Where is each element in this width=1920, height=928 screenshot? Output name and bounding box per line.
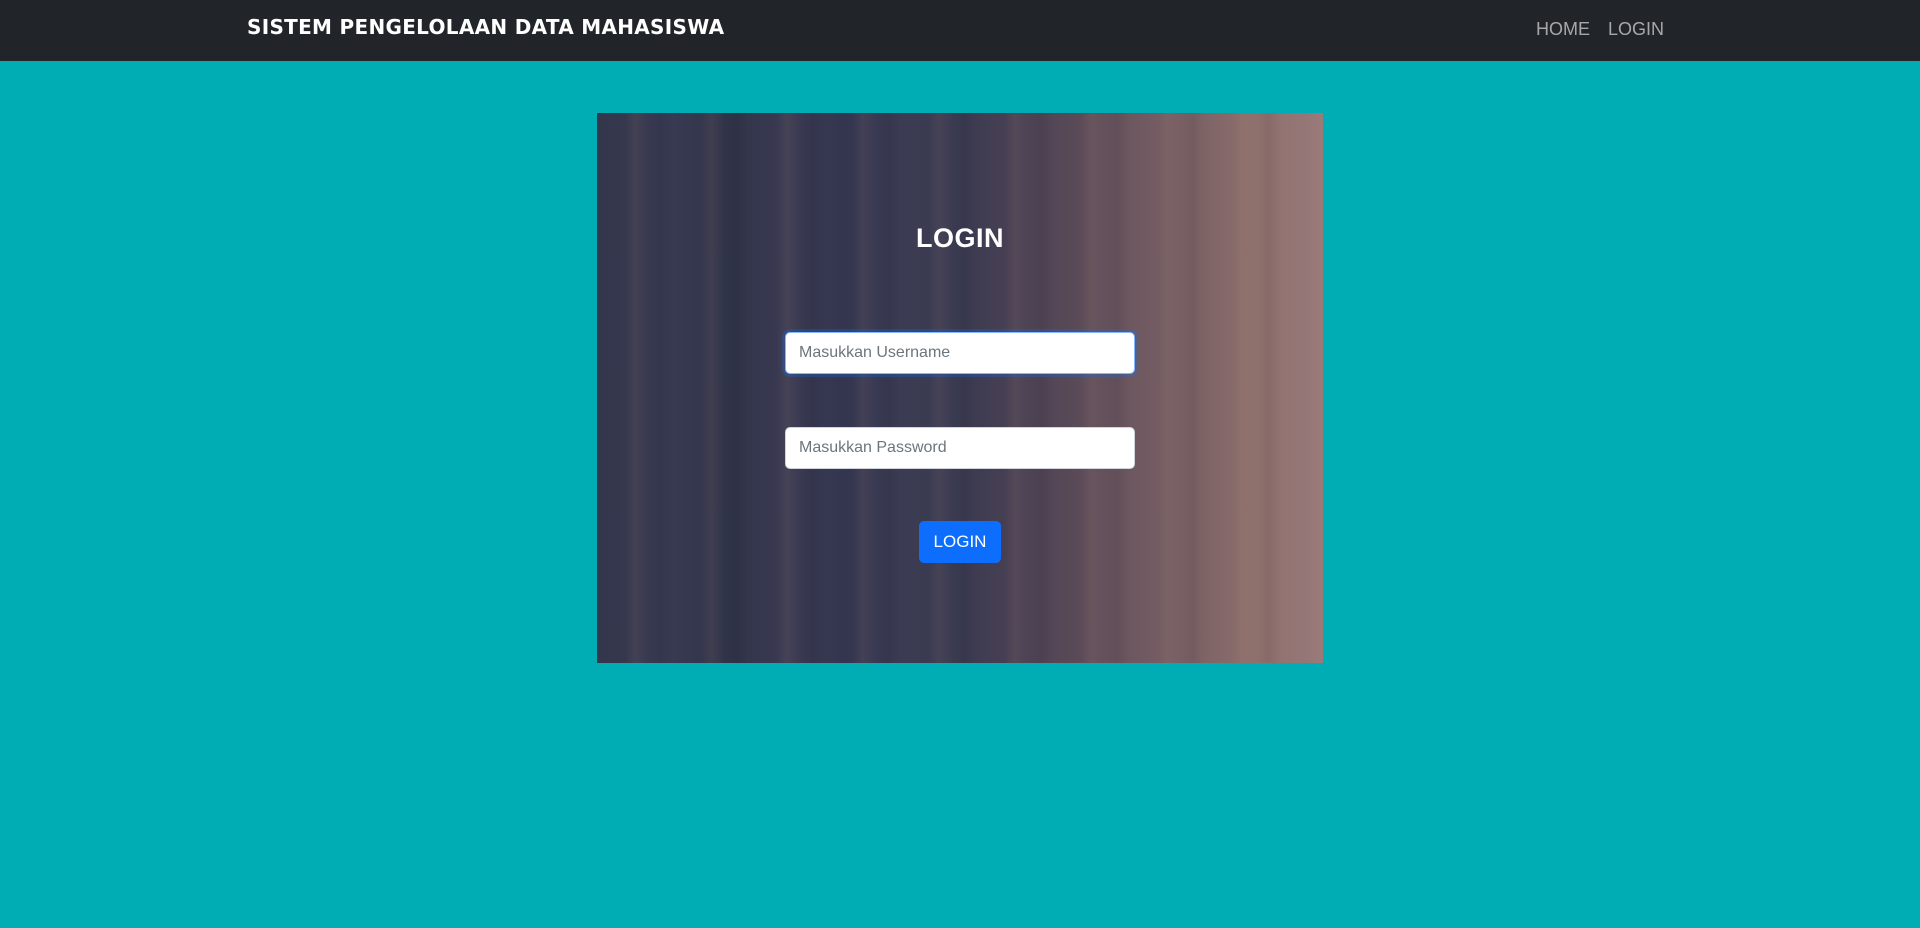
nav-link-home[interactable]: HOME [1536,19,1590,40]
username-input[interactable] [785,332,1135,374]
brand-title[interactable]: SISTEM PENGELOLAAN DATA MAHASISWA [247,15,724,39]
password-input[interactable] [785,427,1135,469]
login-button[interactable]: LOGIN [919,521,1001,563]
top-navbar: SISTEM PENGELOLAAN DATA MAHASISWA HOME L… [0,0,1920,61]
login-card: LOGIN LOGIN [597,113,1323,663]
card-background-image [597,113,1323,663]
login-title: LOGIN [916,223,1004,253]
nav-link-login[interactable]: LOGIN [1608,19,1664,40]
nav-links: HOME LOGIN [1536,19,1664,40]
